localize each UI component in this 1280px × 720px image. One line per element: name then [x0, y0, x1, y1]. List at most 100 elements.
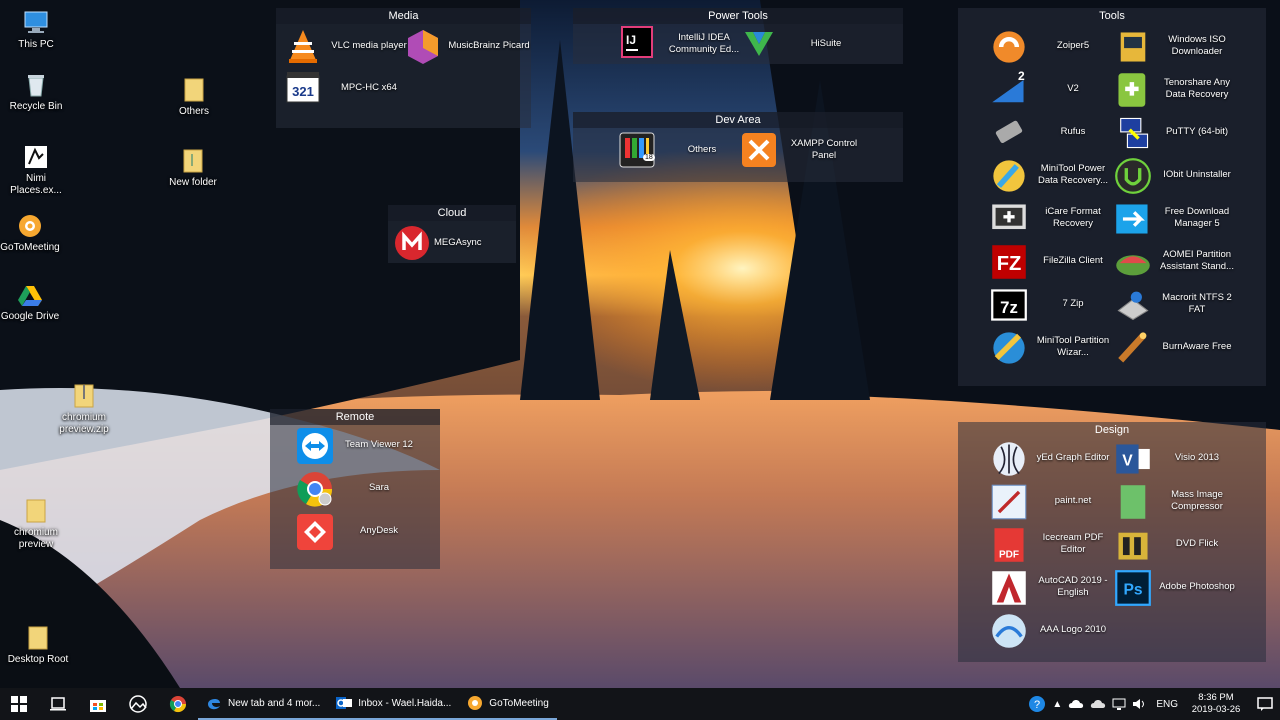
paintnet-icon — [991, 484, 1027, 520]
fence-title[interactable]: Cloud — [388, 205, 516, 221]
fence-item-label: Others — [687, 144, 717, 155]
fence-item-rufus[interactable]: Rufus — [990, 112, 1130, 152]
fence-item-v2[interactable]: V2 2 — [990, 69, 1130, 109]
fence-item-zoiper5[interactable]: Zoiper5 — [990, 26, 1130, 66]
taskbar-app-outlook[interactable]: Inbox - Wael.Haida... — [328, 688, 460, 720]
desktop-icon-label: Desktop Root — [7, 654, 69, 665]
fence-title[interactable]: Tools — [958, 8, 1266, 24]
fence-item-minitool-pw[interactable]: MiniTool Partition Wizar... — [990, 327, 1130, 367]
7zip-icon: 7z — [991, 289, 1027, 321]
fence-title[interactable]: Dev Area — [573, 112, 903, 128]
fence-item-label: iCare Format Recovery — [1045, 206, 1101, 229]
fence-design: Design yEd Graph Editor V Visio 2013 paint.… — [958, 422, 1266, 662]
dvd-flick-icon — [1118, 532, 1148, 560]
fence-item-label: HiSuite — [810, 38, 842, 49]
fence-item-icare[interactable]: iCare Format Recovery — [990, 198, 1130, 238]
fence-item-vlc[interactable]: VLC media player — [286, 26, 416, 66]
fence-title[interactable]: Power Tools — [573, 8, 903, 24]
fence-item-photoshop[interactable]: Ps Adobe Photoshop — [1114, 567, 1254, 607]
fence-item-aaa-logo[interactable]: AAA Logo 2010 — [990, 610, 1130, 650]
task-view-button[interactable] — [38, 688, 78, 720]
fence-item-iobit[interactable]: IObit Uninstaller — [1114, 155, 1254, 195]
taskbar-app-edge[interactable]: New tab and 4 mor... — [198, 688, 329, 720]
fence-item-label: 7 Zip — [1062, 298, 1084, 309]
chrome-profile-icon — [297, 472, 333, 507]
fence-item-tenorshare[interactable]: Tenorshare Any Data Recovery — [1114, 69, 1254, 109]
fence-item-label: Sara — [368, 482, 390, 493]
desktop-icon-nimi-places[interactable]: Nimi Places.ex... — [0, 144, 72, 197]
desktop-icon-desktop-root[interactable]: Desktop Root — [2, 625, 74, 666]
windows-iso-icon — [1120, 32, 1146, 62]
fence-item-label: MusicBrainz Picard — [448, 40, 530, 51]
fence-item-dvd-flick[interactable]: DVD Flick — [1114, 524, 1254, 564]
start-button[interactable] — [0, 688, 38, 720]
fence-item-macrorit[interactable]: Macrorit NTFS 2 FAT — [1114, 284, 1254, 324]
desktop-icon-new-folder[interactable]: New folder — [157, 148, 229, 189]
desktop-icon-label: chromium preview — [14, 527, 58, 550]
desktop-icon-recycle-bin[interactable]: Recycle Bin — [0, 72, 72, 113]
volume-icon[interactable] — [1132, 697, 1146, 711]
zoiper5-icon — [993, 31, 1025, 63]
fence-remote: Remote Team Viewer 12 Sara AnyDesk — [270, 409, 440, 569]
fence-item-hisuite[interactable]: HiSuite — [743, 24, 873, 64]
fence-item-sara-chrome[interactable]: Sara — [296, 468, 426, 508]
language-indicator[interactable]: ENG — [1156, 699, 1178, 710]
recycle-bin-icon — [28, 75, 44, 97]
taskbar-app-label: Inbox - Wael.Haida... — [358, 697, 452, 709]
chevron-up-icon[interactable]: ▲ — [1052, 699, 1062, 710]
svg-text:PDF: PDF — [999, 549, 1019, 560]
fence-item-dev-others[interactable]: 18 Others — [619, 130, 749, 170]
fence-item-teamviewer[interactable]: Team Viewer 12 — [296, 425, 426, 465]
desktop-icon-label: chromium preview.zip — [59, 412, 109, 435]
desktop-icon-gotomeeting[interactable]: GoToMeeting — [0, 213, 66, 254]
store-button[interactable] — [78, 688, 118, 720]
fence-item-label: V2 — [1067, 83, 1079, 94]
taskbar-app-gotomeeting[interactable]: GoToMeeting — [459, 688, 557, 720]
fence-item-mpc-hc[interactable]: 321 MPC-HC x64 — [286, 68, 416, 108]
photoshop-icon: Ps — [1115, 570, 1151, 606]
fence-item-windows-iso[interactable]: Windows ISO Downloader — [1114, 26, 1254, 66]
fence-title[interactable]: Design — [958, 422, 1266, 438]
aaa-logo-icon — [992, 614, 1026, 648]
fence-item-megasync[interactable]: MEGAsync — [394, 223, 512, 263]
vlc-icon — [289, 30, 317, 63]
fence-item-putty[interactable]: PuTTY (64-bit) — [1114, 112, 1254, 152]
onedrive-icon[interactable] — [1068, 698, 1084, 710]
desktop-icon-chromium-preview[interactable]: chromium preview — [0, 498, 72, 551]
fence-item-yed[interactable]: yEd Graph Editor — [990, 438, 1130, 478]
fence-title[interactable]: Media — [276, 8, 531, 24]
photos-button[interactable] — [118, 688, 158, 720]
fence-item-minitool-pdr[interactable]: MiniTool Power Data Recovery... — [990, 155, 1130, 195]
fence-item-mass-image[interactable]: Mass Image Compressor — [1114, 481, 1254, 521]
fence-item-fdm[interactable]: Free Download Manager 5 — [1114, 198, 1254, 238]
fence-item-burnaware[interactable]: BurnAware Free — [1114, 327, 1254, 367]
fence-item-filezilla[interactable]: FZ FileZilla Client — [990, 241, 1130, 281]
desktop-icon-google-drive[interactable]: Google Drive — [0, 284, 66, 323]
fence-title[interactable]: Remote — [270, 409, 440, 425]
fence-item-label: MEGAsync — [434, 237, 482, 248]
desktop-icon-others[interactable]: Others — [158, 77, 230, 118]
clock[interactable]: 8:36 PM 2019-03-26 — [1188, 692, 1244, 716]
fence-item-icecream-pdf[interactable]: PDF Icecream PDF Editor — [990, 524, 1130, 564]
fence-item-label: Windows ISO Downloader — [1168, 34, 1226, 57]
notification-icon[interactable] — [1256, 696, 1274, 712]
fence-item-anydesk[interactable]: AnyDesk — [296, 511, 426, 551]
fence-item-xampp[interactable]: XAMPP Control Panel — [741, 130, 871, 170]
desktop-icon-this-pc[interactable]: This PC — [0, 10, 72, 51]
desktop-icon-chromium-preview-zip[interactable]: chromium preview.zip — [48, 383, 120, 436]
chrome-button[interactable] — [158, 688, 198, 720]
tenorshare-icon — [1118, 73, 1146, 107]
fence-item-intellij[interactable]: IJ IntelliJ IDEA Community Ed... — [621, 24, 751, 64]
fence-item-paintnet[interactable]: paint.net — [990, 481, 1130, 521]
help-icon[interactable]: ? — [1028, 695, 1046, 713]
cloud-icon[interactable] — [1090, 698, 1106, 710]
anydesk-icon — [297, 514, 333, 550]
fence-item-autocad[interactable]: AutoCAD 2019 - English — [990, 567, 1130, 607]
fence-item-visio[interactable]: V Visio 2013 — [1114, 438, 1254, 478]
svg-text:IJ: IJ — [626, 33, 636, 47]
fence-item-label: PuTTY (64-bit) — [1165, 126, 1229, 137]
fence-item-musicbrainz[interactable]: MusicBrainz Picard — [406, 26, 536, 66]
fence-item-aomei[interactable]: AOMEI Partition Assistant Stand... — [1114, 241, 1254, 281]
fence-item-7zip[interactable]: 7z 7 Zip — [990, 284, 1130, 324]
network-icon[interactable] — [1112, 697, 1126, 711]
